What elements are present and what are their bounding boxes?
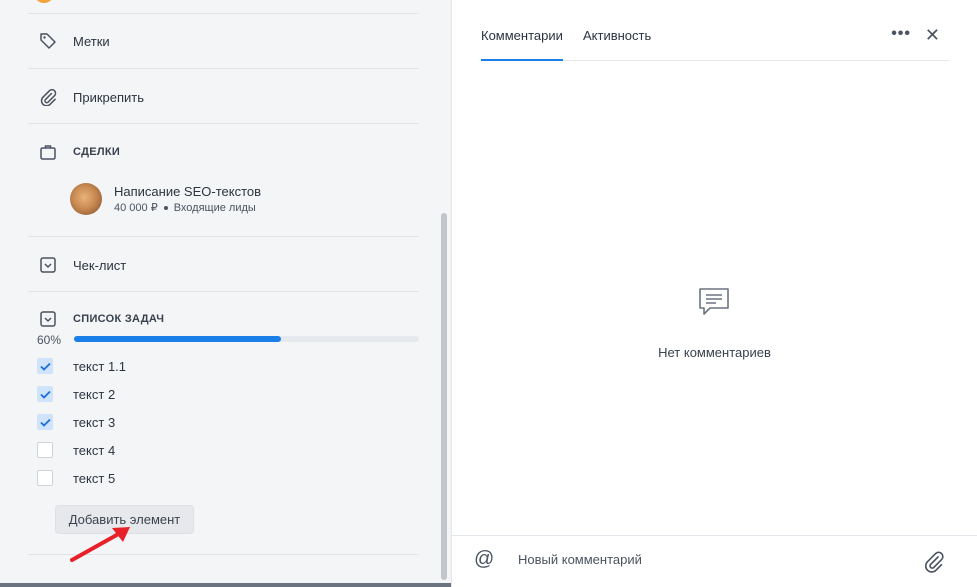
briefcase-icon [37,141,59,163]
divider [28,68,419,69]
paperclip-icon [37,86,59,108]
labels-row[interactable]: Метки [37,30,110,52]
deal-item[interactable]: Написание SEO-текстов 40 000 ₽ Входящие … [70,183,261,215]
progress-bar [74,336,419,342]
annotation-arrow [70,527,130,562]
task-checkbox[interactable] [37,386,53,402]
task-item[interactable]: текст 5 [37,470,115,486]
checklist-row-label: Чек-лист [73,257,127,273]
deal-stage: Входящие лиды [173,201,256,214]
attach-row[interactable]: Прикрепить [37,86,144,108]
checkmark-icon [39,390,51,399]
task-label: текст 1.1 [73,358,127,374]
divider [28,291,419,292]
task-label: текст 3 [73,414,116,430]
deals-section-header: СДЕЛКИ [37,141,120,163]
avatar [34,0,54,3]
divider [28,13,419,14]
checkmark-icon [39,418,51,427]
deals-title: СДЕЛКИ [73,146,121,158]
tab-comments[interactable]: Комментарии [481,28,563,61]
task-checkbox[interactable] [37,470,53,486]
checklist-row[interactable]: Чек-лист [37,254,126,276]
checkbox-down-icon [37,308,59,330]
divider [28,236,419,237]
comment-input[interactable] [518,552,908,567]
labels-row-label: Метки [73,33,110,49]
task-label: текст 5 [73,470,116,486]
checkmark-icon [39,362,51,371]
task-label: текст 4 [73,442,116,458]
progress-fill [74,336,281,342]
task-checkbox[interactable] [37,414,53,430]
attach-row-label: Прикрепить [73,89,145,105]
comment-bubble-icon [699,288,729,315]
paperclip-icon[interactable] [923,551,945,573]
task-item[interactable]: текст 2 [37,386,115,402]
task-item[interactable]: текст 3 [37,414,115,430]
deal-title: Написание SEO-текстов [114,184,262,199]
tab-activity[interactable]: Активность [583,28,651,43]
progress-percent: 60% [37,333,62,347]
close-icon[interactable]: ✕ [925,25,940,46]
deal-amount: 40 000 ₽ [114,202,158,214]
more-options-icon[interactable]: ••• [891,25,911,43]
mention-icon[interactable]: @ [474,548,494,571]
tasks-title: СПИСОК ЗАДАЧ [73,313,165,325]
tab-bar: Комментарии Активность ••• ✕ [481,0,949,61]
divider [28,123,419,124]
empty-state-text: Нет комментариев [658,345,771,360]
comments-panel: Комментарии Активность ••• ✕ Нет коммент… [452,0,977,587]
task-label: текст 2 [73,386,116,402]
checkbox-down-icon [37,254,59,276]
tag-icon [37,30,59,52]
task-details-panel: Метки Прикрепить СДЕЛКИ Написание SEO-те… [0,0,452,587]
bottom-border [0,583,451,587]
deal-avatar [70,183,102,215]
scrollbar-thumb[interactable] [441,213,447,580]
separator-dot [163,205,168,210]
tasks-section-header[interactable]: СПИСОК ЗАДАЧ [37,308,164,330]
task-item[interactable]: текст 1.1 [37,358,126,374]
task-item[interactable]: текст 4 [37,442,115,458]
comment-composer: @ [452,535,977,587]
task-checkbox[interactable] [37,442,53,458]
task-checkbox[interactable] [37,358,53,374]
